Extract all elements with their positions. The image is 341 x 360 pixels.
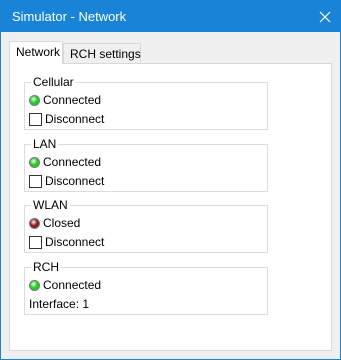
lan-status: Connected bbox=[29, 154, 101, 170]
title-bar[interactable]: Simulator - Network bbox=[1, 1, 340, 32]
tab-strip: Network RCH settings bbox=[9, 41, 332, 64]
window-title: Simulator - Network bbox=[12, 9, 127, 24]
status-led-icon bbox=[29, 94, 40, 106]
rch-interface: Interface: 1 bbox=[29, 296, 89, 312]
close-button[interactable] bbox=[310, 1, 340, 32]
wlan-group: WLAN Closed Disconnect bbox=[24, 198, 268, 253]
lan-disconnect-label: Disconnect bbox=[45, 174, 105, 188]
wlan-disconnect-label: Disconnect bbox=[45, 235, 105, 249]
lan-disconnect-checkbox[interactable]: Disconnect bbox=[29, 173, 104, 189]
rch-status-label: Connected bbox=[43, 278, 102, 292]
checkbox-box[interactable] bbox=[29, 235, 42, 249]
network-tab-panel: Cellular Connected Disconnect LAN Connec… bbox=[9, 63, 332, 351]
wlan-group-title: WLAN bbox=[31, 198, 70, 212]
cellular-disconnect-checkbox[interactable]: Disconnect bbox=[29, 111, 104, 127]
simulator-network-window: Simulator - Network Network RCH settings… bbox=[0, 0, 341, 360]
cellular-status: Connected bbox=[29, 92, 101, 108]
wlan-disconnect-checkbox[interactable]: Disconnect bbox=[29, 234, 104, 250]
tab-network[interactable]: Network bbox=[9, 41, 63, 64]
rch-group-title: RCH bbox=[31, 260, 61, 274]
lan-group-title: LAN bbox=[31, 137, 59, 151]
rch-interface-label: Interface: 1 bbox=[29, 297, 90, 311]
tab-rch-settings[interactable]: RCH settings bbox=[63, 43, 141, 63]
cellular-disconnect-label: Disconnect bbox=[45, 112, 105, 126]
status-led-icon bbox=[29, 156, 40, 168]
lan-group: LAN Connected Disconnect bbox=[24, 137, 268, 192]
cellular-status-label: Connected bbox=[43, 93, 102, 107]
wlan-status: Closed bbox=[29, 215, 80, 231]
status-led-icon bbox=[29, 217, 40, 229]
lan-status-label: Connected bbox=[43, 155, 102, 169]
wlan-status-label: Closed bbox=[43, 216, 81, 230]
rch-group: RCH Connected Interface: 1 bbox=[24, 260, 268, 315]
status-led-icon bbox=[29, 279, 40, 291]
rch-status: Connected bbox=[29, 277, 101, 293]
checkbox-box[interactable] bbox=[29, 174, 42, 188]
checkbox-box[interactable] bbox=[29, 112, 42, 126]
cellular-group: Cellular Connected Disconnect bbox=[24, 75, 268, 130]
cellular-group-title: Cellular bbox=[31, 75, 76, 89]
close-icon bbox=[319, 11, 331, 22]
